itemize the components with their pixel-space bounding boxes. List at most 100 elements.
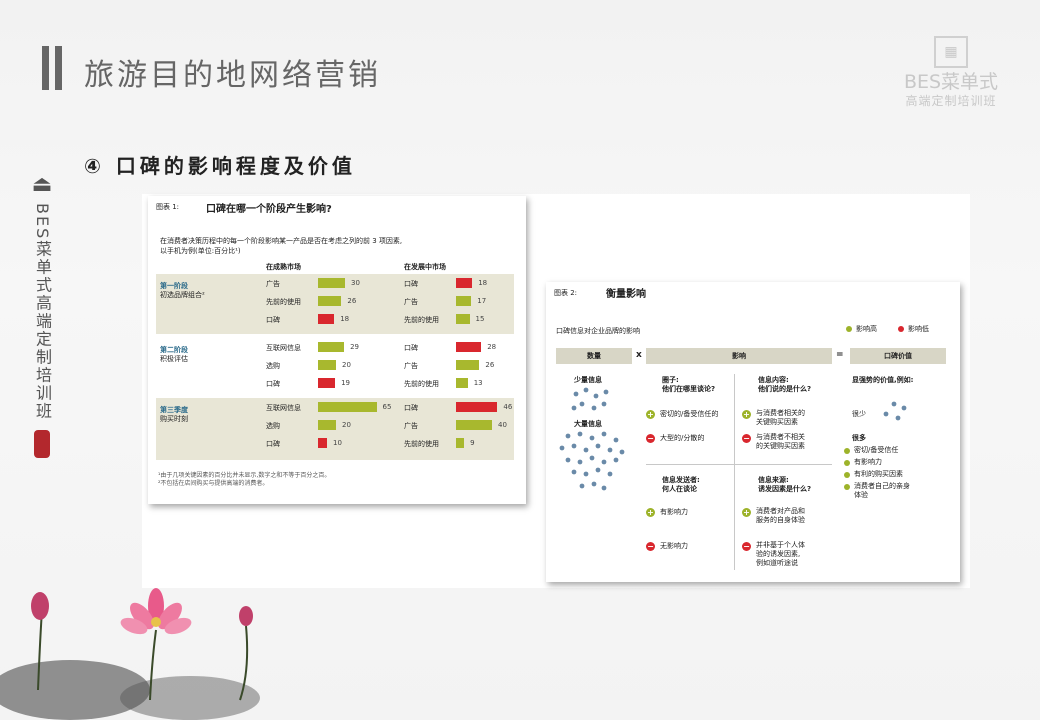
chart2-label: 图表 2: bbox=[554, 289, 578, 297]
row-label: 选购 bbox=[266, 362, 280, 370]
row-label: 互联网信息 bbox=[266, 404, 301, 412]
row-label: 广告 bbox=[404, 362, 418, 370]
bar-factor bbox=[318, 402, 377, 412]
row-label: 先前的使用 bbox=[404, 440, 439, 448]
bar-value: 29 bbox=[350, 343, 360, 351]
brand-logo: ▦ BES菜单式 高端定制培训班 bbox=[896, 36, 1006, 109]
bar-value: 10 bbox=[333, 439, 342, 447]
source-n1: 并非基于个人体 bbox=[756, 541, 805, 549]
content-q1: 信息内容: bbox=[758, 376, 789, 384]
many-info-dots bbox=[559, 431, 625, 491]
col-header-mature: 在成熟市场 bbox=[266, 263, 301, 271]
bar-word-of-mouth bbox=[456, 402, 498, 412]
row-label: 先前的使用 bbox=[404, 380, 439, 388]
row-label: 广告 bbox=[404, 422, 418, 430]
side-vertical-text: BES菜单式高端定制培训班 bbox=[33, 203, 52, 421]
bar-factor bbox=[456, 360, 480, 370]
stage-name: 第一阶段 bbox=[160, 282, 188, 290]
logo-line2: 高端定制培训班 bbox=[905, 94, 997, 108]
legend-negative-label: 影响低 bbox=[908, 325, 929, 333]
bar-factor bbox=[456, 314, 470, 324]
bar-value: 20 bbox=[342, 421, 351, 429]
stage-label: 第三季度 购买时刻 bbox=[160, 406, 188, 424]
bar-word-of-mouth bbox=[318, 438, 327, 448]
chart1-footnote: ¹由于几项关键因素的百分比并未显示,数字之和不等于百分之百。 ²不包括在店间购买… bbox=[158, 472, 498, 488]
bar-value: 9 bbox=[470, 439, 475, 447]
logo-line1: BES菜单式 bbox=[903, 71, 999, 93]
value-item-4a: 消费者自己的亲身 bbox=[854, 482, 910, 490]
chart2-subtitle: 口碑信息对企业品牌的影响 bbox=[556, 327, 640, 335]
value-item-4b: 体验 bbox=[854, 491, 868, 499]
value-item-2: 有影响力 bbox=[854, 458, 882, 466]
content-n2: 的关键购买因素 bbox=[756, 442, 805, 450]
content-q2: 他们说的是什么? bbox=[758, 385, 812, 393]
minus-icon: − bbox=[646, 542, 655, 551]
bar-value: 19 bbox=[341, 379, 351, 387]
row-label: 口碑 bbox=[404, 344, 418, 352]
plus-icon: + bbox=[646, 508, 655, 517]
chart1-title: 口碑在哪一个阶段产生影响? bbox=[206, 204, 332, 215]
impact-divider-vertical bbox=[734, 374, 735, 570]
bar-factor bbox=[318, 296, 342, 306]
bar-value: 28 bbox=[487, 343, 497, 351]
circle-q1: 圈子: bbox=[662, 376, 679, 384]
stage-desc: 初选品牌组合² bbox=[160, 291, 205, 299]
stage-desc: 购买时刻 bbox=[160, 415, 188, 423]
source-positive: 消费者对产品和 服务的自身体验 bbox=[756, 507, 805, 525]
bar-factor bbox=[318, 278, 345, 288]
header-quantity: 数量 bbox=[556, 348, 632, 364]
minus-icon: − bbox=[646, 434, 655, 443]
sender-q1: 信息发送者: bbox=[662, 476, 700, 484]
row-label: 口碑 bbox=[266, 440, 280, 448]
source-n3: 例如道听途说 bbox=[756, 559, 798, 567]
header-value: 口碑价值 bbox=[850, 348, 946, 364]
header-impact: 影响 bbox=[646, 348, 832, 364]
bar-value: 13 bbox=[473, 379, 483, 387]
content-p2: 关键购买因素 bbox=[756, 418, 798, 426]
chart2-panel: 图表 2: 衡量影响 口碑信息对企业品牌的影响 影响高 影响低 数量 x 影响 … bbox=[546, 282, 960, 582]
bar-value: 18 bbox=[340, 315, 350, 323]
bar-word-of-mouth bbox=[456, 278, 473, 288]
value-low-dots bbox=[883, 401, 907, 421]
bar-factor bbox=[456, 296, 472, 306]
red-seal-icon bbox=[34, 430, 50, 459]
plus-icon: + bbox=[742, 508, 751, 517]
title-accent-bars bbox=[42, 46, 64, 90]
value-high-label: 很多 bbox=[852, 434, 866, 442]
side-banner: ⏏ BES菜单式高端定制培训班 bbox=[30, 172, 54, 459]
circle-negative: 大型的/分散的 bbox=[660, 434, 705, 442]
sender-question: 信息发送者: 何人在谈论 bbox=[662, 476, 700, 494]
bar-value: 15 bbox=[475, 315, 485, 323]
bar-value: 40 bbox=[498, 421, 507, 429]
row-label: 互联网信息 bbox=[266, 344, 301, 352]
impact-divider-horizontal bbox=[646, 464, 832, 465]
few-info-dots bbox=[571, 387, 609, 411]
source-p2: 服务的自身体验 bbox=[756, 516, 805, 524]
bar-value: 26 bbox=[347, 297, 357, 305]
logo-mark-icon: ▦ bbox=[934, 36, 968, 68]
chart2-title: 衡量影响 bbox=[606, 289, 646, 300]
legend-negative: 影响低 bbox=[898, 324, 929, 334]
bar-factor bbox=[456, 420, 492, 430]
content-positive: 与消费者相关的 关键购买因素 bbox=[756, 409, 805, 427]
bar-value: 30 bbox=[351, 279, 360, 287]
bar-factor bbox=[318, 342, 345, 352]
value-low-label: 很少 bbox=[852, 410, 866, 418]
legend-positive-label: 影响高 bbox=[856, 325, 877, 333]
lotus-flower-decoration bbox=[0, 588, 260, 720]
positive-dot-icon bbox=[846, 326, 852, 332]
bar-factor bbox=[318, 420, 336, 430]
source-q1: 信息来源: bbox=[758, 476, 789, 484]
stage-name: 第二阶段 bbox=[160, 346, 188, 354]
bar-word-of-mouth bbox=[456, 342, 482, 352]
bar-value: 17 bbox=[477, 297, 487, 305]
value-item-3: 有利的购买因素 bbox=[854, 470, 903, 478]
bar-factor bbox=[456, 378, 468, 388]
bar-value: 46 bbox=[503, 403, 513, 411]
bar-word-of-mouth bbox=[318, 378, 336, 388]
source-p1: 消费者对产品和 bbox=[756, 507, 805, 515]
stage-name: 第三季度 bbox=[160, 406, 188, 414]
plus-icon bbox=[844, 448, 850, 454]
row-label: 广告 bbox=[404, 298, 418, 306]
plus-icon: + bbox=[646, 410, 655, 419]
